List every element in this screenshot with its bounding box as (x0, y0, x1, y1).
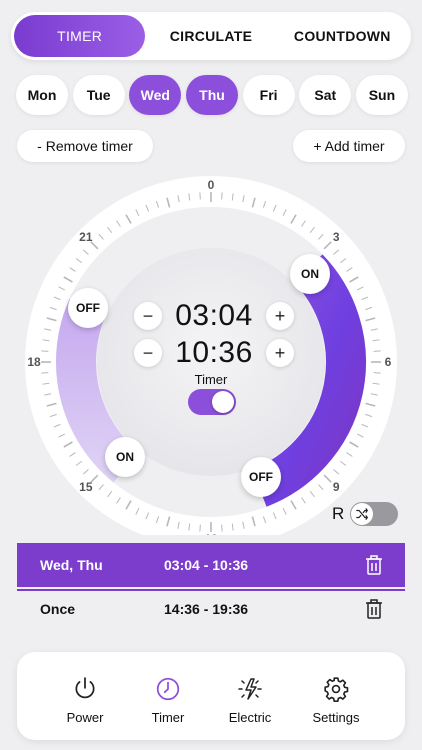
bottom-navigation: Power Timer Electric Settings (17, 652, 405, 740)
nav-timer[interactable]: Timer (126, 652, 210, 740)
hour-label: 21 (79, 230, 93, 244)
day-mon[interactable]: Mon (16, 75, 68, 115)
nav-power-label: Power (66, 710, 104, 725)
schedule-days: Wed, Thu (40, 557, 103, 573)
schedule-days: Once (40, 601, 76, 617)
end-time-row: − 10:36 + (134, 335, 294, 371)
day-selector: Mon Tue Wed Thu Fri Sat Sun (16, 75, 408, 115)
add-timer-button[interactable]: + Add timer (293, 130, 405, 162)
start-minus-button[interactable]: − (134, 302, 162, 330)
tab-timer[interactable]: TIMER (14, 15, 146, 57)
schedule-row-2[interactable]: Once 14:36 - 19:36 (17, 587, 405, 631)
hour-label: 9 (333, 480, 340, 494)
day-tue[interactable]: Tue (72, 75, 125, 115)
end-plus-button[interactable]: + (265, 339, 294, 367)
lightning-icon (238, 678, 262, 700)
nav-electric[interactable]: Electric (208, 652, 292, 740)
timer-toggle[interactable] (188, 389, 236, 415)
gear-icon (324, 677, 349, 702)
day-fri[interactable]: Fri (242, 75, 295, 115)
hour-label: 3 (333, 230, 340, 244)
hour-label: 6 (385, 355, 392, 369)
tab-circulate[interactable]: CIRCULATE (145, 15, 276, 57)
toggle-knob (212, 391, 234, 413)
random-toggle[interactable] (350, 502, 398, 526)
schedule-range: 03:04 - 10:36 (164, 557, 249, 573)
hour-label: 15 (79, 480, 93, 494)
clock-icon (156, 677, 180, 701)
day-wed[interactable]: Wed (129, 75, 182, 115)
nav-settings-label: Settings (312, 710, 360, 725)
random-label: R (332, 504, 345, 523)
day-thu[interactable]: Thu (185, 75, 238, 115)
power-icon (75, 677, 95, 699)
shuffle-icon (351, 503, 373, 525)
nav-power[interactable]: Power (43, 652, 127, 740)
off-marker-1[interactable]: OFF (68, 288, 108, 328)
start-time-row: − 03:04 + (134, 298, 294, 334)
end-time: 10:36 (175, 336, 253, 369)
schedule-row-1[interactable]: Wed, Thu 03:04 - 10:36 (17, 543, 405, 587)
tab-countdown[interactable]: COUNTDOWN (277, 15, 408, 57)
mode-tabs: TIMER CIRCULATE COUNTDOWN (11, 12, 411, 60)
on-marker-1[interactable]: ON (290, 254, 330, 294)
trash-icon[interactable] (364, 554, 384, 579)
day-sat[interactable]: Sat (299, 75, 352, 115)
schedule-range: 14:36 - 19:36 (164, 601, 249, 617)
timer-toggle-label: Timer (194, 372, 228, 387)
trash-icon[interactable] (364, 598, 384, 623)
remove-timer-button[interactable]: - Remove timer (17, 130, 153, 162)
hour-label: 12 (204, 532, 218, 535)
end-minus-button[interactable]: − (134, 339, 162, 367)
on-marker-2[interactable]: ON (105, 437, 145, 477)
hour-label: 18 (27, 355, 41, 369)
day-sun[interactable]: Sun (355, 75, 408, 115)
hour-label: 0 (208, 178, 215, 192)
start-plus-button[interactable]: + (265, 302, 294, 330)
start-time: 03:04 (175, 299, 253, 332)
off-marker-2[interactable]: OFF (241, 457, 281, 497)
nav-settings[interactable]: Settings (294, 652, 378, 740)
nav-electric-label: Electric (228, 710, 272, 725)
nav-timer-label: Timer (151, 710, 185, 725)
